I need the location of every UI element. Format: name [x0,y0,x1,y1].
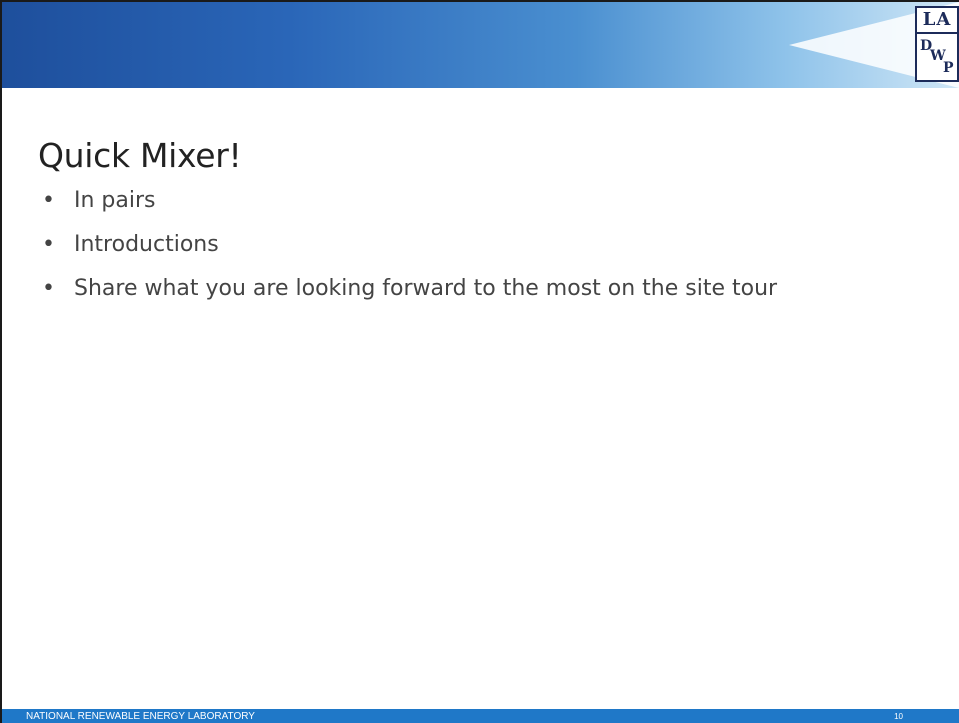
bullet-dot: • [42,276,55,301]
bullet-list: • In pairs • Introductions • Share what … [38,184,858,316]
bullet-text: In pairs [74,188,156,213]
header-band [2,2,959,88]
page-number: 10 [894,712,903,721]
ladwp-logo-icon: LA D W P [915,6,959,82]
bullet-dot: • [42,232,55,257]
bullet-item: • Share what you are looking forward to … [38,272,858,306]
bullet-text: Introductions [74,232,219,257]
slide-title: Quick Mixer! [38,136,242,175]
bullet-text: Share what you are looking forward to th… [74,276,778,301]
bullet-item: • Introductions [38,228,858,262]
footer-bar: NATIONAL RENEWABLE ENERGY LABORATORY 10 [2,709,959,723]
bullet-item: • In pairs [38,184,858,218]
footer-organization: NATIONAL RENEWABLE ENERGY LABORATORY [26,711,255,722]
logo-letter-p: P [943,60,954,76]
bullet-dot: • [42,188,55,213]
slide: LA D W P Quick Mixer! • In pairs • Intro… [0,0,959,723]
logo-top-text: LA [917,8,957,34]
